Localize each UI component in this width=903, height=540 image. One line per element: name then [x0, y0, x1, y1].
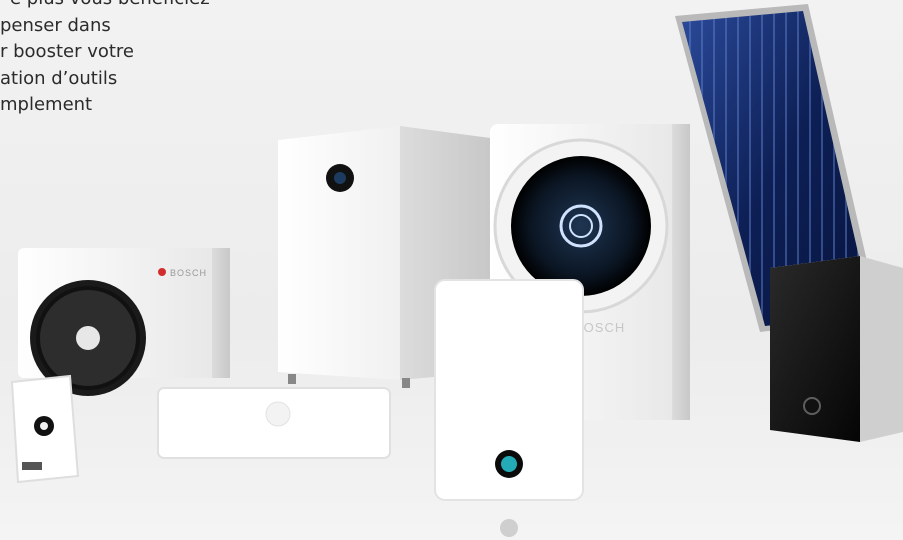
black-wall-boiler — [770, 256, 903, 442]
split-air-conditioner — [157, 387, 391, 459]
wall-controller — [10, 374, 80, 484]
wall-mounted-boiler — [434, 279, 584, 537]
product-lineup-image: BOSCH BOSCH — [10, 4, 903, 537]
air-conditioner-outdoor-unit: BOSCH — [18, 248, 230, 396]
outdoor-unit-logo-text: BOSCH — [170, 268, 207, 278]
